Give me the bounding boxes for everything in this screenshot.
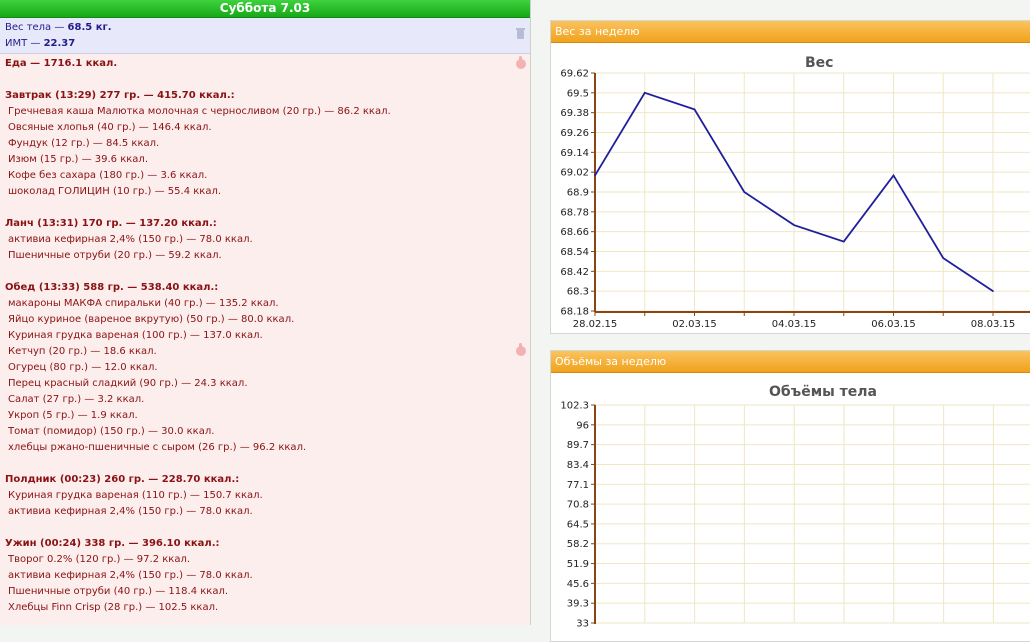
weight-data-point bbox=[842, 240, 845, 243]
weight-label: Вес тела — bbox=[5, 22, 68, 33]
food-item[interactable]: Кетчуп (20 гр.) — 18.6 ккал. bbox=[5, 344, 525, 360]
meal-header[interactable]: Обед (13:33) 588 гр. — 538.40 ккал.: bbox=[5, 280, 525, 296]
meal-block: Ужин (00:24) 338 гр. — 396.10 ккал.: Твор… bbox=[5, 536, 525, 616]
weight-data-point bbox=[942, 257, 945, 259]
y-tick-label: 68.9 bbox=[567, 188, 589, 199]
weight-line: Вес тела — 68.5 кг. bbox=[5, 20, 525, 36]
meal-header[interactable]: Полдник (00:23) 260 гр. — 228.70 ккал.: bbox=[5, 472, 525, 488]
y-tick-label: 83.4 bbox=[567, 460, 589, 471]
trash-icon[interactable] bbox=[516, 28, 525, 39]
food-item[interactable]: Фундук (12 гр.) — 84.5 ккал. bbox=[5, 136, 525, 152]
food-item[interactable]: Перец красный сладкий (90 гр.) — 24.3 кк… bbox=[5, 376, 525, 392]
y-tick-label: 68.78 bbox=[560, 207, 589, 218]
food-item[interactable]: Пшеничные отруби (40 гр.) — 118.4 ккал. bbox=[5, 584, 525, 600]
y-tick-label: 69.26 bbox=[560, 128, 589, 139]
weight-value: 68.5 кг. bbox=[67, 22, 112, 33]
food-item[interactable]: Яйцо куриное (вареное вкрутую) (50 гр.) … bbox=[5, 312, 525, 328]
x-tick-label: 28.02.15 bbox=[573, 319, 618, 330]
y-tick-label: 68.18 bbox=[560, 307, 589, 318]
food-item[interactable]: Куриная грудка вареная (110 гр.) — 150.7… bbox=[5, 488, 525, 504]
y-tick-label: 39.3 bbox=[567, 599, 589, 610]
y-tick-label: 96 bbox=[576, 420, 589, 431]
y-tick-label: 69.38 bbox=[560, 108, 589, 119]
weight-panel: Вес за неделю Вес 68.18 68.3 68.42 68.54 68.… bbox=[550, 20, 1030, 334]
food-item[interactable]: активиа кефирная 2,4% (150 гр.) — 78.0 к… bbox=[5, 232, 525, 248]
meal-header[interactable]: Ланч (13:31) 170 гр. — 137.20 ккал.: bbox=[5, 216, 525, 232]
y-tick-label: 33 bbox=[576, 619, 589, 630]
y-tick-label: 58.2 bbox=[567, 539, 589, 550]
volumes-chart: 33 39.3 45.6 51.9 58.2 64.5 70.8 77.1 83.4 89.7 96… bbox=[560, 401, 1030, 630]
hand-icon[interactable] bbox=[516, 56, 526, 69]
y-tick-label: 64.5 bbox=[567, 519, 589, 530]
weight-data-point bbox=[594, 174, 596, 177]
y-tick-label: 69.62 bbox=[560, 69, 589, 80]
food-item[interactable]: Огурец (80 гр.) — 12.0 ккал. bbox=[5, 360, 525, 376]
x-tick-label: 04.03.15 bbox=[772, 319, 817, 330]
body-weight-box: Вес тела — 68.5 кг. ИМТ — 22.37 bbox=[0, 18, 530, 54]
food-item[interactable]: макароны МАКФА спиральки (40 гр.) — 135.… bbox=[5, 296, 525, 312]
y-tick-label: 102.3 bbox=[560, 401, 589, 412]
food-section: Еда — 1716.1 ккал. Завтрак (13:29) 277 г… bbox=[0, 54, 530, 616]
y-tick-label: 69.5 bbox=[567, 88, 589, 99]
food-item[interactable]: Укроп (5 гр.) — 1.9 ккал. bbox=[5, 408, 525, 424]
x-tick-label: 08.03.15 bbox=[971, 319, 1016, 330]
hand-icon[interactable] bbox=[516, 343, 526, 356]
food-item[interactable]: Салат (27 гр.) — 3.2 ккал. bbox=[5, 392, 525, 408]
weight-data-point bbox=[693, 108, 696, 111]
meal-header[interactable]: Завтрак (13:29) 277 гр. — 415.70 ккал.: bbox=[5, 88, 525, 104]
charts-column: Вес за неделю Вес 68.18 68.3 68.42 68.54 68.… bbox=[538, 0, 1030, 642]
x-tick-label: 06.03.15 bbox=[871, 319, 916, 330]
food-item[interactable]: Овсяные хлопья (40 гр.) — 146.4 ккал. bbox=[5, 120, 525, 136]
y-tick-label: 45.6 bbox=[567, 579, 589, 590]
bmi-label: ИМТ — bbox=[5, 38, 44, 49]
food-item[interactable]: Кофе без сахара (180 гр.) — 3.6 ккал. bbox=[5, 168, 525, 184]
weight-data-point bbox=[643, 92, 646, 94]
food-item[interactable]: Гречневая каша Малютка молочная с чернос… bbox=[5, 104, 525, 120]
volumes-panel-header[interactable]: Объёмы за неделю bbox=[551, 351, 1030, 373]
diary-panel: Суббота 7.03 Вес тела — 68.5 кг. ИМТ — 2… bbox=[0, 0, 531, 625]
food-item[interactable]: активиа кефирная 2,4% (150 гр.) — 78.0 к… bbox=[5, 504, 525, 520]
meal-block: Ланч (13:31) 170 гр. — 137.20 ккал.: акти… bbox=[5, 216, 525, 264]
food-item[interactable]: Пшеничные отруби (20 гр.) — 59.2 ккал. bbox=[5, 248, 525, 264]
weight-data-point bbox=[992, 290, 994, 292]
y-tick-label: 70.8 bbox=[567, 500, 589, 511]
y-tick-label: 77.1 bbox=[567, 480, 589, 491]
y-tick-label: 68.3 bbox=[567, 287, 589, 298]
weight-chart: 68.18 68.3 68.42 68.54 68.66 68.78 68.9 69.02 69… bbox=[560, 69, 1030, 330]
y-tick-label: 89.7 bbox=[567, 440, 589, 451]
weight-data-point bbox=[793, 224, 795, 226]
day-header[interactable]: Суббота 7.03 bbox=[0, 0, 530, 18]
y-tick-label: 69.02 bbox=[560, 168, 589, 179]
food-item[interactable]: Хлебцы Finn Crisp (28 гр.) — 102.5 ккал. bbox=[5, 600, 525, 616]
meal-header[interactable]: Ужин (00:24) 338 гр. — 396.10 ккал.: bbox=[5, 536, 525, 552]
food-item[interactable]: хлебцы ржано-пшеничные с сыром (26 гр.) … bbox=[5, 440, 525, 456]
bmi-value: 22.37 bbox=[43, 38, 76, 49]
volumes-panel: Объёмы за неделю Объёмы тела 33 39.3 45.6 5… bbox=[550, 350, 1030, 642]
weight-data-point bbox=[743, 191, 746, 193]
meal-block: Полдник (00:23) 260 гр. — 228.70 ккал.: К… bbox=[5, 472, 525, 520]
food-item[interactable]: активиа кефирная 2,4% (150 гр.) — 78.0 к… bbox=[5, 568, 525, 584]
y-tick-label: 68.66 bbox=[560, 227, 589, 238]
meals-list: Завтрак (13:29) 277 гр. — 415.70 ккал.: Г… bbox=[5, 88, 525, 616]
weight-data-point bbox=[892, 174, 895, 177]
meal-block: Завтрак (13:29) 277 гр. — 415.70 ккал.: Г… bbox=[5, 88, 525, 200]
y-tick-label: 51.9 bbox=[567, 559, 589, 570]
meal-block: Обед (13:33) 588 гр. — 538.40 ккал.: мака… bbox=[5, 280, 525, 456]
y-tick-label: 68.42 bbox=[560, 267, 589, 278]
food-item[interactable]: Куриная грудка вареная (100 гр.) — 137.0… bbox=[5, 328, 525, 344]
food-item[interactable]: шоколад ГОЛИЦИН (10 гр.) — 55.4 ккал. bbox=[5, 184, 525, 200]
food-total: Еда — 1716.1 ккал. bbox=[5, 58, 118, 69]
y-tick-label: 68.54 bbox=[560, 247, 589, 258]
y-tick-label: 69.14 bbox=[560, 148, 589, 159]
x-tick-label: 02.03.15 bbox=[672, 319, 717, 330]
food-item[interactable]: Изюм (15 гр.) — 39.6 ккал. bbox=[5, 152, 525, 168]
food-item[interactable]: Творог 0.2% (120 гр.) — 97.2 ккал. bbox=[5, 552, 525, 568]
bmi-line: ИМТ — 22.37 bbox=[5, 36, 525, 52]
food-item[interactable]: Томат (помидор) (150 гр.) — 30.0 ккал. bbox=[5, 424, 525, 440]
weight-panel-header[interactable]: Вес за неделю bbox=[551, 21, 1030, 43]
